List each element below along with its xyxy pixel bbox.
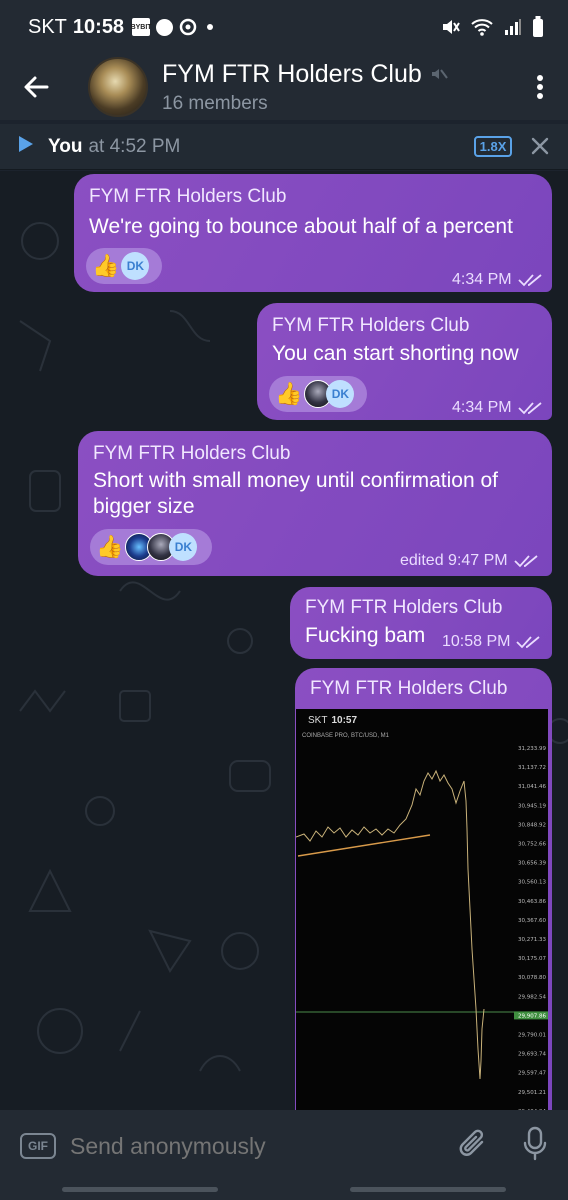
mute-icon [443,20,460,34]
reaction-chip[interactable]: 👍 DK [90,529,212,565]
arrow-left-icon [24,76,49,98]
thumbs-up-icon: 👍 [275,381,303,406]
message-meta: 4:34 PM [452,399,544,417]
message-sender: FYM FTR Holders Club [89,186,287,207]
message-time: 10:58 PM [442,633,511,650]
price-tick-label: 29,501.21 [518,1090,546,1096]
reaction-chip[interactable]: 👍 DK [86,248,162,284]
price-tick-label: 31,041.46 [518,784,546,790]
message-bubble[interactable]: FYM FTR Holders Club Short with small mo… [78,431,552,576]
message-bubble[interactable]: FYM FTR Holders Club Fucking bam 10:58 P… [290,587,552,659]
paperclip-icon [459,1129,484,1156]
message-time: 4:34 PM [452,399,512,416]
message-composer: GIF [0,1110,568,1182]
notification-icons: BYBIT [131,18,214,36]
message-meta: 10:58 PM [442,633,542,651]
chat-header: FYM FTR Holders Club 16 members [0,54,568,120]
player-author: You [48,135,83,157]
price-tick-label: 30,656.39 [518,861,546,867]
double-check-icon [516,636,541,649]
signal-icon [505,19,521,35]
price-tick-label: 30,175.07 [518,956,546,962]
account-icon [156,18,174,36]
reactor-avatar: DK [326,380,355,408]
price-tick-label: 30,560.13 [518,880,546,886]
price-tick-label: 30,463.86 [518,899,546,905]
price-tick-label: 31,137.72 [518,765,546,771]
reaction-chip[interactable]: 👍 DK [269,376,367,412]
screenshot-image[interactable]: SKT 10:57 COINBASE PRO, BTC/USD, M1 31,2… [296,709,548,1110]
price-tick-label: 30,367.60 [518,918,546,924]
back-button[interactable] [0,75,72,99]
price-tick-label: 29,907.86 [518,1013,546,1019]
close-player-button[interactable] [530,136,550,161]
close-icon [531,137,549,155]
wifi-icon [471,19,493,36]
more-notifications-dot [207,24,214,30]
message-bubble[interactable]: FYM FTR Holders Club You can start short… [257,303,552,420]
message-text-line: bigger size [93,495,195,518]
price-tick-label: 30,848.92 [518,822,546,828]
price-tick-label: 30,945.19 [518,803,546,809]
playback-speed-button[interactable]: 1.8X [474,136,512,157]
message-sender: FYM FTR Holders Club [305,597,503,618]
group-avatar[interactable] [88,57,148,117]
message-text: We're going to bounce about half of a pe… [89,215,513,238]
message-text: Fucking bam [305,624,426,647]
chat-title: FYM FTR Holders Club [162,59,422,88]
microphone-icon [523,1126,547,1160]
message-meta: edited 9:47 PM [400,552,540,570]
message-text-line: Short with small money until confirmatio… [93,469,498,492]
thumbs-up-icon: 👍 [92,253,120,278]
attach-button[interactable] [458,1128,488,1165]
play-icon [19,136,33,152]
gif-button[interactable]: GIF [20,1133,56,1159]
message-sender: FYM FTR Holders Club [310,678,508,699]
message-sender: FYM FTR Holders Club [93,443,291,464]
bybit-app-icon: BYBIT [131,18,152,36]
battery-icon [533,16,543,37]
double-check-icon [517,274,542,287]
price-tick-label: 31,233.99 [518,746,546,752]
sync-icon [179,18,197,36]
price-tick-label: 30,078.80 [518,975,546,981]
more-vertical-icon [537,75,543,99]
more-menu-button[interactable] [512,74,568,100]
price-tick-label: 30,271.33 [518,937,546,943]
message-text: You can start shorting now [272,342,519,365]
carrier-label: SKT [28,15,67,38]
message-time: edited 9:47 PM [400,552,508,569]
message-list[interactable]: FYM FTR Holders Club We're going to boun… [0,171,568,1110]
price-tick-label: 29,597.47 [518,1071,546,1077]
reactor-avatar: DK [121,252,150,280]
nav-pill-left[interactable] [62,1187,218,1192]
player-time: at 4:52 PM [88,135,181,157]
message-input[interactable] [70,1132,458,1160]
double-check-icon [517,402,542,415]
reactor-avatar: DK [169,533,198,561]
voice-record-button[interactable] [522,1126,548,1167]
message-meta: 4:34 PM [452,271,544,289]
chat-title-block[interactable]: FYM FTR Holders Club 16 members [162,60,512,115]
price-tick-label: 30,752.66 [518,842,546,848]
system-nav-bar [0,1182,568,1200]
price-tick-label: 29,790.01 [518,1033,546,1039]
price-tick-label: 29,982.54 [518,994,546,1000]
message-bubble[interactable]: FYM FTR Holders Club We're going to boun… [74,174,552,292]
status-bar: SKT 10:58 BYBIT [0,0,568,54]
thumbs-up-icon: 👍 [96,534,124,559]
muted-icon [431,69,448,79]
play-button[interactable] [18,135,34,158]
member-count: 16 members [162,92,268,114]
price-tick-label: 29,693.74 [518,1052,546,1058]
clock: 10:58 [72,15,125,38]
message-sender: FYM FTR Holders Club [272,315,470,336]
message-time: 4:34 PM [452,271,512,288]
price-chart: 31,233.99 31,137.72 31,041.46 30,945.19 30,8… [296,746,548,1110]
double-check-icon [513,555,538,568]
nav-pill-right[interactable] [350,1187,506,1192]
system-icons [440,16,544,38]
